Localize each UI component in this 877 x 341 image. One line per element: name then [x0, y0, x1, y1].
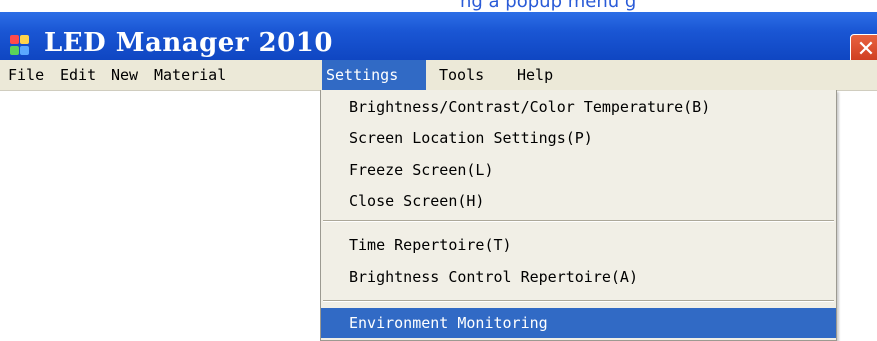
menu-help[interactable]: Help: [513, 60, 557, 90]
menu-item-screen-location[interactable]: Screen Location Settings(P): [321, 123, 836, 153]
menu-material[interactable]: Material: [150, 60, 230, 90]
menu-settings[interactable]: Settings: [322, 60, 426, 90]
menu-tools[interactable]: Tools: [435, 60, 488, 90]
menu-item-close-screen[interactable]: Close Screen(H): [321, 186, 836, 216]
menu-edit[interactable]: Edit: [56, 60, 100, 90]
menu-separator: [323, 220, 834, 222]
menu-item-brightness-contrast[interactable]: Brightness/Contrast/Color Temperature(B): [321, 92, 836, 122]
window-title: LED Manager 2010: [44, 28, 333, 58]
led-app-icon: [10, 35, 40, 57]
page-link-text[interactable]: ng a popup menu g: [460, 0, 636, 12]
menu-separator: [323, 300, 834, 302]
menu-item-freeze-screen[interactable]: Freeze Screen(L): [321, 155, 836, 185]
menu-item-time-repertoire[interactable]: Time Repertoire(T): [321, 230, 836, 260]
settings-dropdown-menu: Brightness/Contrast/Color Temperature(B)…: [320, 90, 837, 341]
menu-item-brightness-control[interactable]: Brightness Control Repertoire(A): [321, 262, 836, 292]
menu-file[interactable]: File: [4, 60, 48, 90]
menu-bar: File Edit New Material Settings Tools He…: [0, 60, 877, 91]
window-title-bar[interactable]: LED Manager 2010 ✕: [0, 12, 877, 68]
page-background-strip: ng a popup menu g: [0, 0, 877, 12]
menu-new[interactable]: New: [107, 60, 142, 90]
